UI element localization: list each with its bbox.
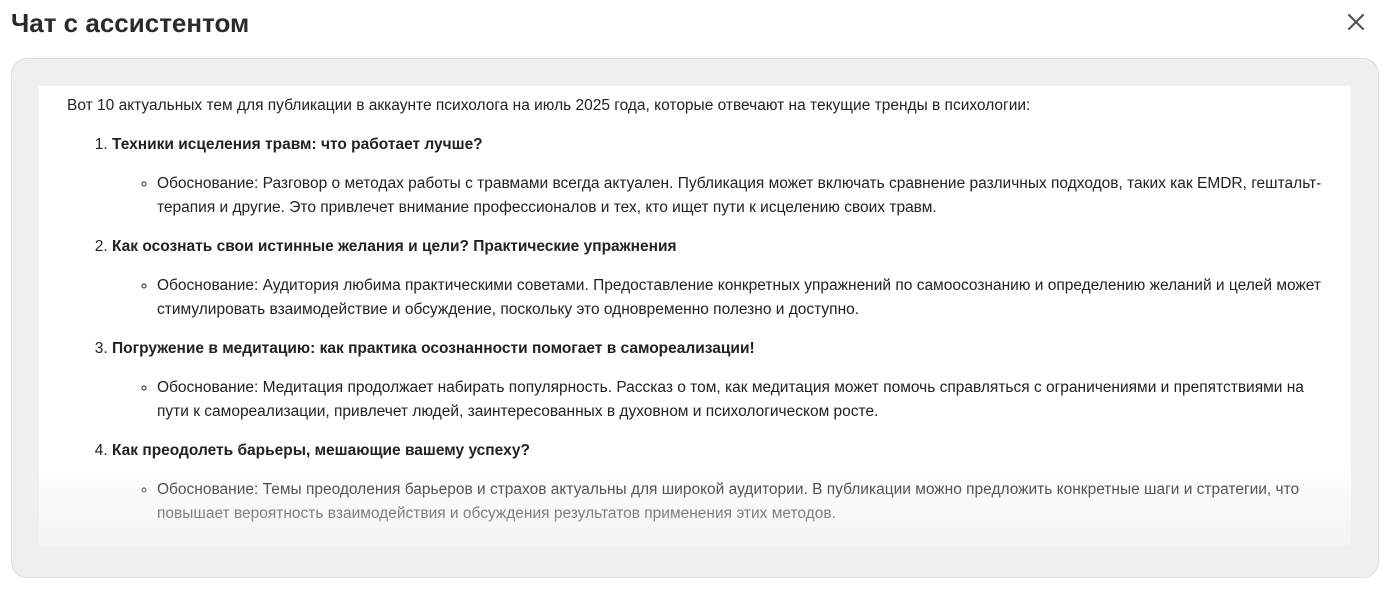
topic-reason: Обоснование: Разговор о методах работы с… [157,172,1323,220]
chat-panel[interactable]: Вот 10 актуальных тем для публикации в а… [11,58,1379,578]
topic-title: Погружение в медитацию: как практика осо… [112,340,755,357]
dialog-title: Чат с ассистентом [11,8,250,38]
topic-reason: Обоснование: Медитация продолжает набира… [157,376,1323,424]
close-button[interactable] [1341,7,1371,37]
topic-item: Погружение в медитацию: как практика осо… [112,337,1323,424]
topic-reason: Обоснование: Темы преодоления барьеров и… [157,478,1323,526]
reason-list: Обоснование: Разговор о методах работы с… [112,172,1323,220]
topic-title: Как преодолеть барьеры, мешающие вашему … [112,442,530,459]
reason-list: Обоснование: Медитация продолжает набира… [112,376,1323,424]
close-icon [1347,13,1365,31]
topic-title: Как осознать свои истинные желания и цел… [112,238,677,255]
topic-item: Как осознать свои истинные желания и цел… [112,235,1323,322]
assistant-chat-dialog: Чат с ассистентом Вот 10 актуальных тем … [0,0,1386,596]
message-intro: Вот 10 актуальных тем для публикации в а… [67,97,1031,114]
reason-list: Обоснование: Аудитория любима практическ… [112,274,1323,322]
assistant-message: Вот 10 актуальных тем для публикации в а… [39,86,1351,546]
topic-item: Как преодолеть барьеры, мешающие вашему … [112,439,1323,526]
topic-title: Техники исцеления травм: что работает лу… [112,136,483,153]
topic-list: Техники исцеления травм: что работает лу… [67,133,1323,526]
topic-item: Техники исцеления травм: что работает лу… [112,133,1323,220]
topic-reason: Обоснование: Аудитория любима практическ… [157,274,1323,322]
reason-list: Обоснование: Темы преодоления барьеров и… [112,478,1323,526]
